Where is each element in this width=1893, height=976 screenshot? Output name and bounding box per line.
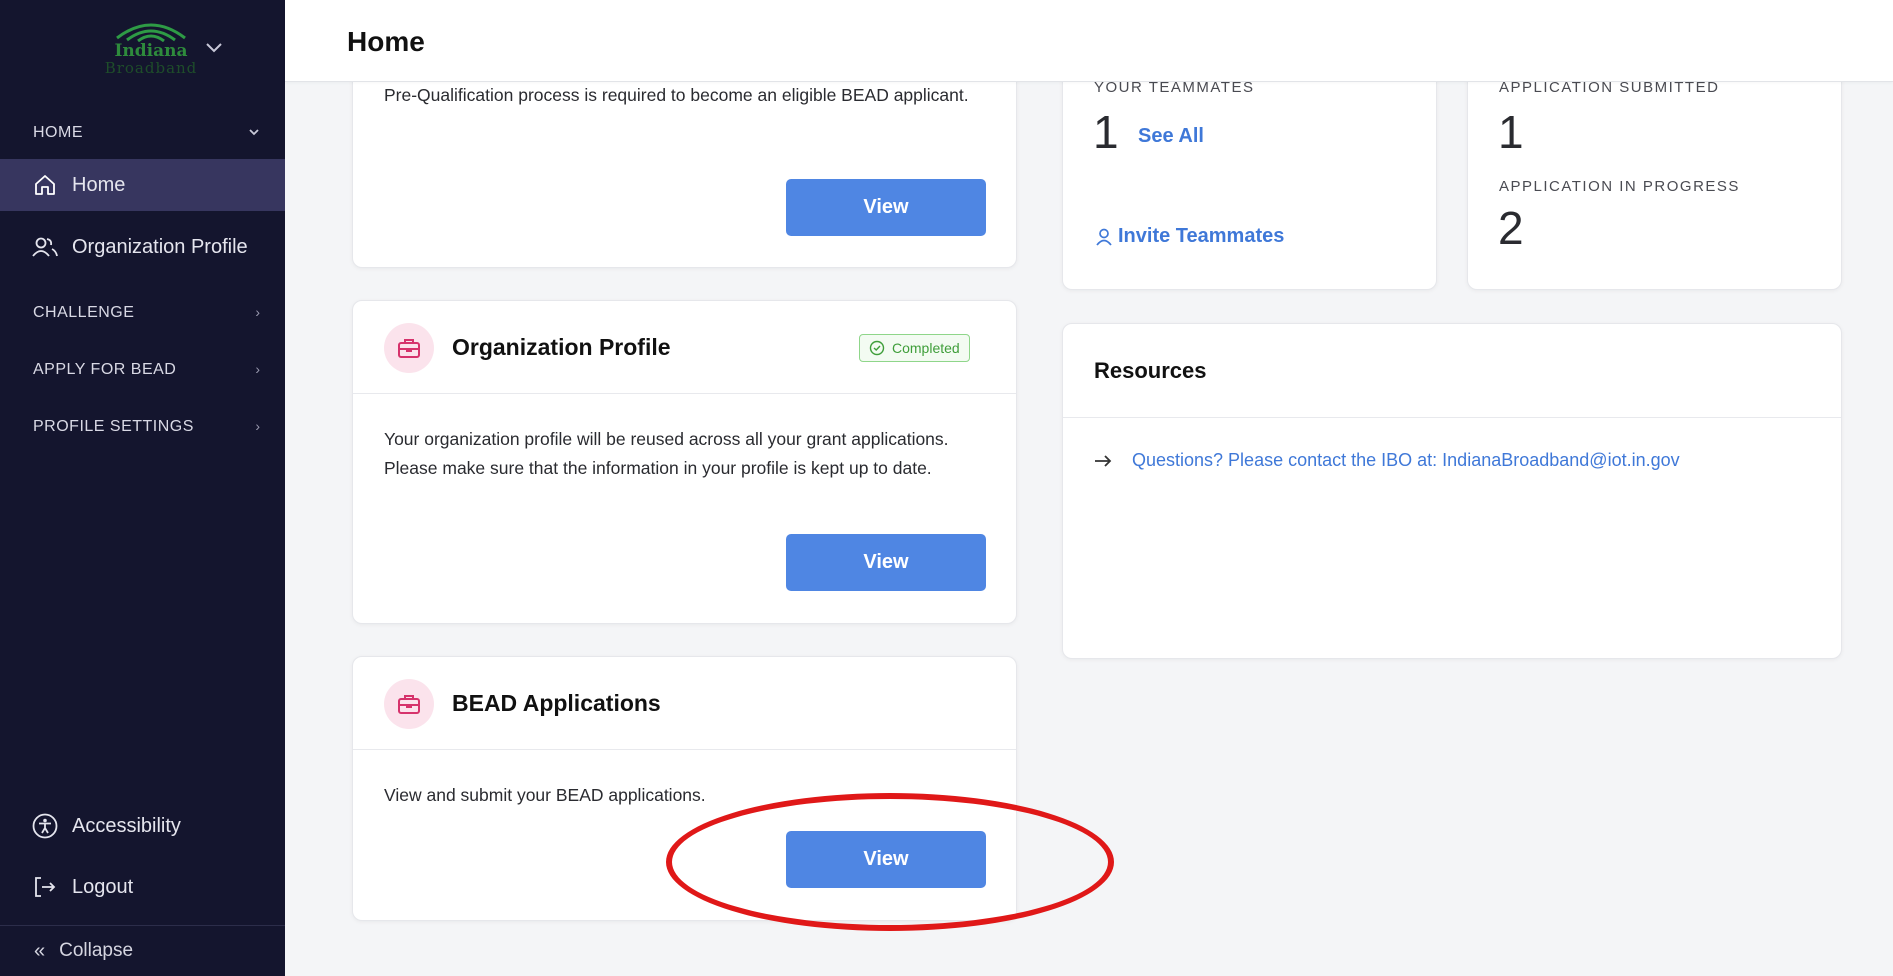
accessibility-label: Accessibility — [72, 814, 181, 837]
briefcase-icon — [384, 679, 434, 729]
logo-text-broadband: Broadband — [104, 59, 198, 77]
sidebar-item-label: Organization Profile — [72, 235, 248, 258]
resources-title: Resources — [1094, 358, 1207, 383]
invite-teammates-label: Invite Teammates — [1118, 225, 1285, 247]
chevron-right-icon[interactable]: › — [255, 418, 260, 434]
section-home-label: HOME — [33, 124, 83, 141]
accessibility-link[interactable]: Accessibility — [0, 800, 285, 852]
user-icon — [1096, 228, 1112, 246]
page-title: Home — [347, 26, 425, 57]
logo-area: Indiana Broadband — [0, 0, 285, 100]
application-in-progress-value: 2 — [1498, 202, 1524, 254]
organization-profile-title: Organization Profile — [452, 334, 671, 360]
resources-item[interactable]: Questions? Please contact the IBO at: In… — [1094, 450, 1680, 471]
section-challenge-label: CHALLENGE — [33, 304, 135, 321]
teammates-count: 1 — [1093, 106, 1119, 158]
sidebar-item-home[interactable]: Home — [0, 159, 285, 211]
organization-profile-card: Organization Profile Completed Your orga… — [352, 300, 1017, 624]
logout-link[interactable]: Logout — [0, 861, 285, 913]
section-apply-for-bead[interactable]: APPLY FOR BEAD — [33, 361, 176, 379]
users-icon — [32, 234, 58, 260]
chevron-down-icon[interactable] — [205, 38, 223, 59]
sidebar: Indiana Broadband HOME Home Organization… — [0, 0, 285, 976]
sidebar-item-organization-profile[interactable]: Organization Profile — [0, 221, 285, 273]
chevron-down-icon[interactable] — [248, 124, 260, 140]
indiana-broadband-logo[interactable]: Indiana Broadband — [96, 16, 206, 86]
card-divider — [1063, 417, 1841, 418]
sidebar-item-label: Home — [72, 173, 126, 196]
collapse-button[interactable]: « Collapse — [0, 925, 285, 976]
section-challenge[interactable]: CHALLENGE — [33, 304, 134, 322]
status-badge: Completed — [859, 334, 970, 362]
check-circle-icon — [869, 340, 885, 356]
organization-profile-view-button[interactable]: View — [786, 534, 986, 591]
card-divider — [353, 393, 1016, 394]
home-icon — [32, 172, 58, 198]
section-profile-label: PROFILE SETTINGS — [33, 418, 194, 435]
application-submitted-value: 1 — [1498, 106, 1524, 158]
section-profile-settings[interactable]: PROFILE SETTINGS — [33, 418, 194, 436]
organization-profile-description: Your organization profile will be reused… — [384, 429, 949, 478]
signal-arcs-icon — [116, 23, 186, 42]
double-chevron-left-icon: « — [34, 939, 46, 962]
see-all-link[interactable]: See All — [1138, 125, 1204, 148]
card-divider — [353, 749, 1016, 750]
logout-label: Logout — [72, 875, 134, 898]
chevron-right-icon[interactable]: › — [255, 361, 260, 377]
briefcase-icon — [384, 323, 434, 373]
accessibility-icon — [32, 813, 58, 839]
bead-applications-title: BEAD Applications — [452, 690, 661, 716]
prequalification-description: Pre-Qualification process is required to… — [384, 85, 969, 105]
application-in-progress-label: APPLICATION IN PROGRESS — [1499, 178, 1740, 195]
prequalification-view-button[interactable]: View — [786, 179, 986, 236]
collapse-label: Collapse — [59, 940, 134, 961]
resources-contact-link[interactable]: Questions? Please contact the IBO at: In… — [1132, 450, 1680, 471]
resources-card: Resources Questions? Please contact the … — [1062, 323, 1842, 659]
invite-teammates-link[interactable]: Invite Teammates — [1094, 225, 1284, 248]
logo-text-indiana: Indiana — [114, 41, 188, 61]
bead-applications-card: BEAD Applications View and submit your B… — [352, 656, 1017, 921]
arrow-right-icon — [1095, 454, 1112, 467]
top-bar: Home — [285, 0, 1893, 82]
status-badge-label: Completed — [892, 340, 960, 356]
chevron-right-icon[interactable]: › — [255, 304, 260, 320]
bead-applications-view-button[interactable]: View — [786, 831, 986, 888]
bead-applications-description: View and submit your BEAD applications. — [384, 785, 706, 805]
logout-icon — [32, 874, 58, 900]
section-apply-label: APPLY FOR BEAD — [33, 361, 177, 378]
section-home[interactable]: HOME — [33, 124, 83, 142]
